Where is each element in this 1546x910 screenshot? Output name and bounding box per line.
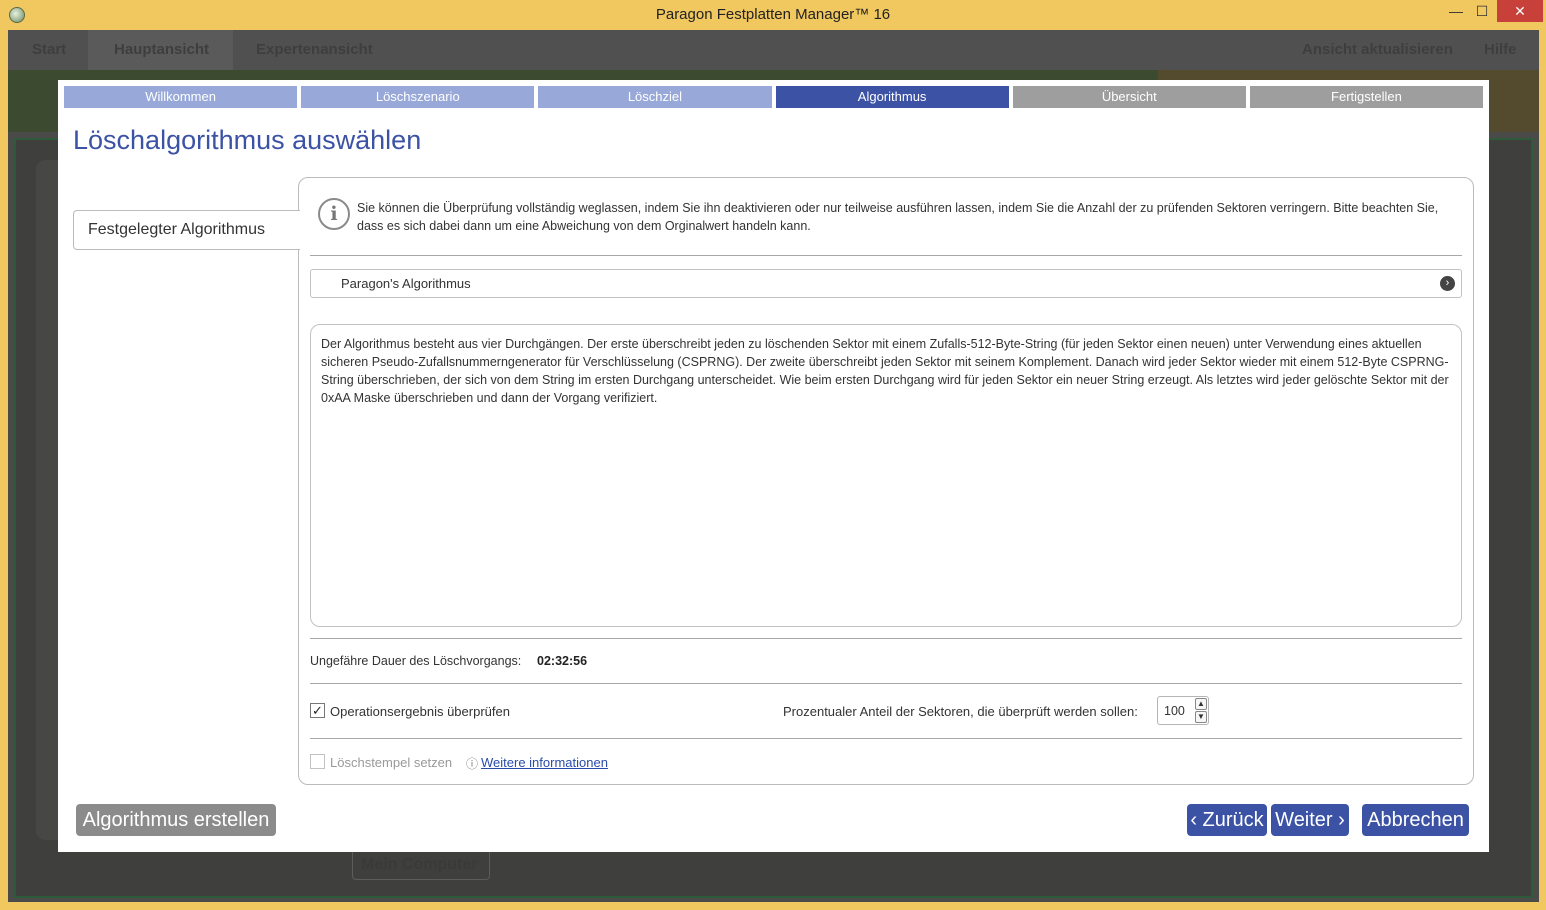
divider <box>310 738 1462 739</box>
close-button[interactable]: ✕ <box>1497 0 1543 22</box>
step-welcome: Willkommen <box>64 86 298 108</box>
percent-stepper[interactable]: 100 ▲ ▼ <box>1157 696 1209 725</box>
info-small-icon: ⓘ <box>466 757 479 771</box>
duration-value: 02:32:56 <box>537 654 588 668</box>
back-button[interactable]: ‹ Zurück <box>1187 804 1267 836</box>
nav-main-view: Hauptansicht <box>114 41 210 58</box>
refresh-view: Ansicht aktualisieren <box>1302 41 1453 58</box>
step-algorithm: Algorithmus <box>775 86 1009 108</box>
window-title: Paragon Festplatten Manager™ 16 <box>655 6 891 23</box>
step-target: Löschziel <box>538 86 772 108</box>
chevron-up-icon[interactable]: ▲ <box>1195 698 1207 710</box>
step-overview: Übersicht <box>1012 86 1246 108</box>
algorithm-select[interactable]: Paragon's Algorithmus › <box>310 269 1462 298</box>
step-scenario: Löschszenario <box>301 86 535 108</box>
title-bar: Paragon Festplatten Manager™ 16 — ☐ ✕ <box>0 0 1546 30</box>
wizard-steps: Willkommen Löschszenario Löschziel Algor… <box>64 86 1484 108</box>
divider <box>310 683 1462 684</box>
page-title: Löschalgorithmus auswählen <box>73 125 422 155</box>
duration-label: Ungefähre Dauer des Löschvorgangs: <box>310 654 522 668</box>
nav-start: Start <box>32 41 67 58</box>
chevron-right-icon[interactable]: › <box>1440 276 1455 291</box>
maximize-button[interactable]: ☐ <box>1470 0 1494 22</box>
chevron-down-icon[interactable]: ▼ <box>1195 711 1207 723</box>
my-computer-button: Mein Computer <box>352 848 490 880</box>
nav-expert-view: Expertenansicht <box>256 41 373 58</box>
algorithm-select-value: Paragon's Algorithmus <box>341 276 471 291</box>
next-button[interactable]: Weiter › <box>1271 804 1349 836</box>
stamp-checkbox[interactable] <box>310 754 325 769</box>
info-icon: i <box>318 198 350 230</box>
more-info-link[interactable]: Weitere informationen <box>481 755 608 770</box>
stamp-label[interactable]: Löschstempel setzen <box>330 755 452 770</box>
algorithm-description: Der Algorithmus besteht aus vier Durchgä… <box>310 324 1462 627</box>
create-algorithm-button[interactable]: Algorithmus erstellen <box>76 804 276 836</box>
divider <box>310 638 1462 639</box>
cancel-button[interactable]: Abbrechen <box>1362 804 1469 836</box>
step-finish: Fertigstellen <box>1249 86 1484 108</box>
tab-fixed-algorithm[interactable]: Festgelegter Algorithmus <box>73 210 300 250</box>
verify-label[interactable]: Operationsergebnis überprüfen <box>330 704 510 719</box>
background-nav: Start Hauptansicht Expertenansicht Ansic… <box>8 30 1539 70</box>
help: Hilfe <box>1484 41 1517 58</box>
algorithm-panel: i Sie können die Überprüfung vollständig… <box>298 177 1474 785</box>
wizard-dialog: Willkommen Löschszenario Löschziel Algor… <box>58 80 1489 852</box>
divider <box>310 255 1462 256</box>
minimize-button[interactable]: — <box>1444 0 1468 22</box>
percent-label: Prozentualer Anteil der Sektoren, die üb… <box>783 704 1138 719</box>
info-text: Sie können die Überprüfung vollständig w… <box>357 201 1439 233</box>
verify-checkbox[interactable]: ✓ <box>310 703 325 718</box>
percent-value[interactable]: 100 <box>1164 704 1185 718</box>
